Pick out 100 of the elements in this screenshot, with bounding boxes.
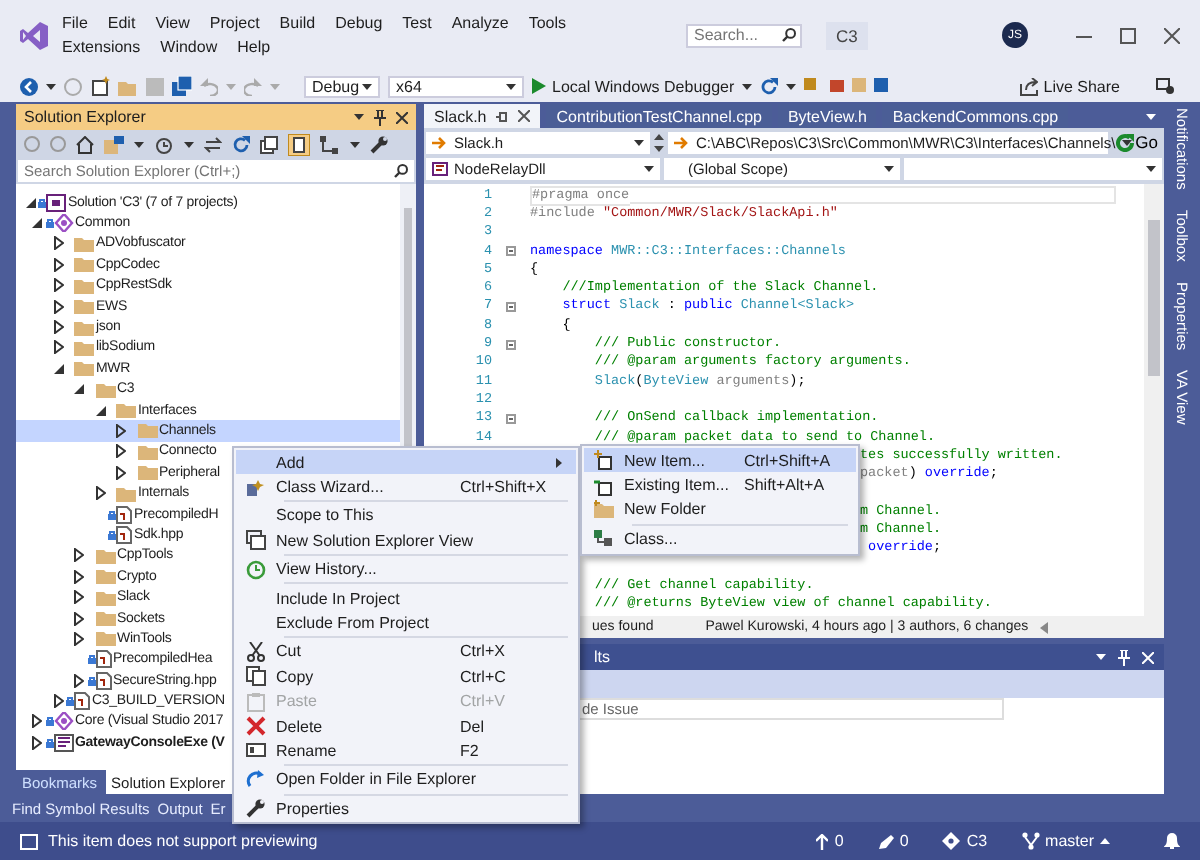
back-icon[interactable]: [20, 77, 38, 95]
panel-title: Solution Explorer: [24, 108, 148, 126]
branch-name[interactable]: master: [1045, 832, 1094, 850]
menu-item[interactable]: Add: [236, 450, 576, 475]
collapsed-arrow-icon[interactable]: [116, 444, 126, 459]
collapsed-arrow-icon[interactable]: [74, 569, 84, 584]
hierarchy-icon[interactable]: [320, 135, 340, 153]
menu-item[interactable]: File: [62, 14, 88, 32]
new-project-icon[interactable]: [90, 76, 110, 96]
menu-item[interactable]: New Item... Ctrl+Shift+A: [584, 448, 856, 473]
visual-studio-logo-icon: [20, 21, 48, 49]
collapsed-arrow-icon[interactable]: [53, 340, 63, 355]
pending-changes-icon[interactable]: [154, 135, 174, 153]
edit-count[interactable]: 0: [899, 832, 909, 850]
bell-icon[interactable]: [1164, 832, 1180, 850]
wrench-icon[interactable]: [370, 135, 388, 153]
scrollbar[interactable]: [1144, 184, 1164, 616]
menu-item[interactable]: Class Wizard... Ctrl+Shift+X: [236, 474, 576, 500]
menu-item[interactable]: Debug: [335, 14, 383, 32]
menu-item[interactable]: Cut Ctrl+X: [236, 639, 576, 665]
collapsed-arrow-icon[interactable]: [53, 694, 63, 709]
menu-item[interactable]: Properties: [236, 796, 576, 821]
expanded-arrow-icon[interactable]: [25, 197, 35, 208]
collapsed-arrow-icon[interactable]: [116, 465, 126, 480]
close-icon[interactable]: [396, 111, 408, 123]
expanded-arrow-icon[interactable]: [95, 405, 105, 416]
menu-item[interactable]: Rename F2: [236, 738, 576, 764]
switch-views-icon[interactable]: [104, 135, 124, 153]
menu-item[interactable]: View: [155, 14, 190, 32]
close-icon[interactable]: [1164, 27, 1180, 43]
arrow-icon: [674, 135, 690, 149]
menu-item[interactable]: New Solution Explorer View: [236, 528, 576, 554]
collapsed-arrow-icon[interactable]: [95, 486, 105, 501]
configuration-dropdown[interactable]: Debug: [304, 75, 380, 97]
collapsed-arrow-icon[interactable]: [74, 631, 84, 646]
menu-item[interactable]: New Folder: [584, 497, 856, 523]
live-share-button[interactable]: Live Share: [1019, 77, 1120, 95]
collapse-all-icon[interactable]: [260, 135, 278, 153]
collapse-icon[interactable]: [506, 301, 516, 312]
save-all-icon[interactable]: [172, 76, 192, 96]
expanded-arrow-icon[interactable]: [32, 218, 42, 229]
caret-icon: [134, 141, 144, 147]
caret-icon: [362, 83, 372, 89]
expanded-arrow-icon[interactable]: [74, 384, 84, 395]
home-icon[interactable]: [76, 135, 94, 153]
start-debugging-button[interactable]: Local Windows Debugger: [532, 77, 735, 95]
menu-item[interactable]: Build: [279, 14, 316, 32]
collapsed-arrow-icon[interactable]: [74, 611, 84, 625]
collapsed-arrow-icon[interactable]: [74, 548, 84, 563]
menu-item[interactable]: Class...: [584, 526, 856, 552]
file-tab[interactable]: Slack.h: [424, 104, 541, 128]
collapsed-arrow-icon[interactable]: [53, 236, 63, 251]
menu-item[interactable]: Test: [402, 14, 432, 32]
search-field[interactable]: Search...: [686, 23, 802, 47]
menu-item[interactable]: Extensions: [62, 38, 141, 56]
collapsed-arrow-icon[interactable]: [116, 423, 126, 438]
platform-dropdown[interactable]: x64: [388, 75, 524, 97]
feedback-icon[interactable]: [1156, 77, 1176, 95]
paste-icon: [246, 691, 266, 712]
maximize-icon[interactable]: [1120, 27, 1136, 43]
branch-icon: [1021, 832, 1040, 850]
collapsed-arrow-icon[interactable]: [53, 299, 63, 314]
collapse-icon[interactable]: [506, 246, 516, 257]
menu-item[interactable]: Analyze: [451, 14, 509, 32]
menu-item[interactable]: Open Folder in File Explorer: [236, 767, 576, 793]
menu-item[interactable]: Exclude From Project: [236, 610, 576, 636]
menu-item[interactable]: Project: [209, 14, 260, 32]
collapsed-arrow-icon[interactable]: [53, 278, 63, 293]
menu-item[interactable]: Scope to This: [236, 503, 576, 529]
pin-icon[interactable]: [374, 109, 386, 125]
menu-item[interactable]: Tools: [528, 14, 566, 32]
menu-item[interactable]: Help: [237, 38, 271, 56]
caret-icon: [270, 83, 280, 89]
menu-item[interactable]: Include In Project: [236, 585, 576, 611]
push-count[interactable]: 0: [834, 832, 844, 850]
refresh-icon[interactable]: [760, 77, 779, 95]
file-icon: [74, 692, 90, 711]
repository-name[interactable]: C3: [966, 832, 988, 850]
collapsed-arrow-icon[interactable]: [32, 735, 42, 750]
show-all-files-icon[interactable]: [288, 133, 310, 155]
collapse-icon[interactable]: [506, 413, 516, 424]
caret-icon: [742, 83, 753, 89]
menu-item[interactable]: View History...: [236, 557, 576, 582]
collapsed-arrow-icon[interactable]: [53, 320, 63, 335]
refresh-icon[interactable]: [232, 135, 250, 153]
collapse-icon[interactable]: [506, 339, 516, 350]
spinner-icon[interactable]: [654, 131, 664, 153]
menu-item[interactable]: Existing Item... Shift+Alt+A: [584, 472, 856, 498]
pin-icon[interactable]: [496, 111, 509, 121]
sync-icon[interactable]: [204, 135, 222, 153]
menu-item[interactable]: Window: [160, 38, 218, 56]
collapsed-arrow-icon[interactable]: [74, 673, 84, 688]
expanded-arrow-icon[interactable]: [53, 363, 63, 374]
collapsed-arrow-icon[interactable]: [74, 590, 84, 605]
close-icon[interactable]: [518, 110, 531, 122]
collapsed-arrow-icon[interactable]: [53, 257, 63, 272]
menu-item[interactable]: Copy Ctrl+C: [236, 664, 576, 690]
menu-item[interactable]: Edit: [107, 14, 136, 32]
scroll-left-icon[interactable]: [1040, 621, 1049, 633]
collapsed-arrow-icon[interactable]: [32, 714, 42, 729]
